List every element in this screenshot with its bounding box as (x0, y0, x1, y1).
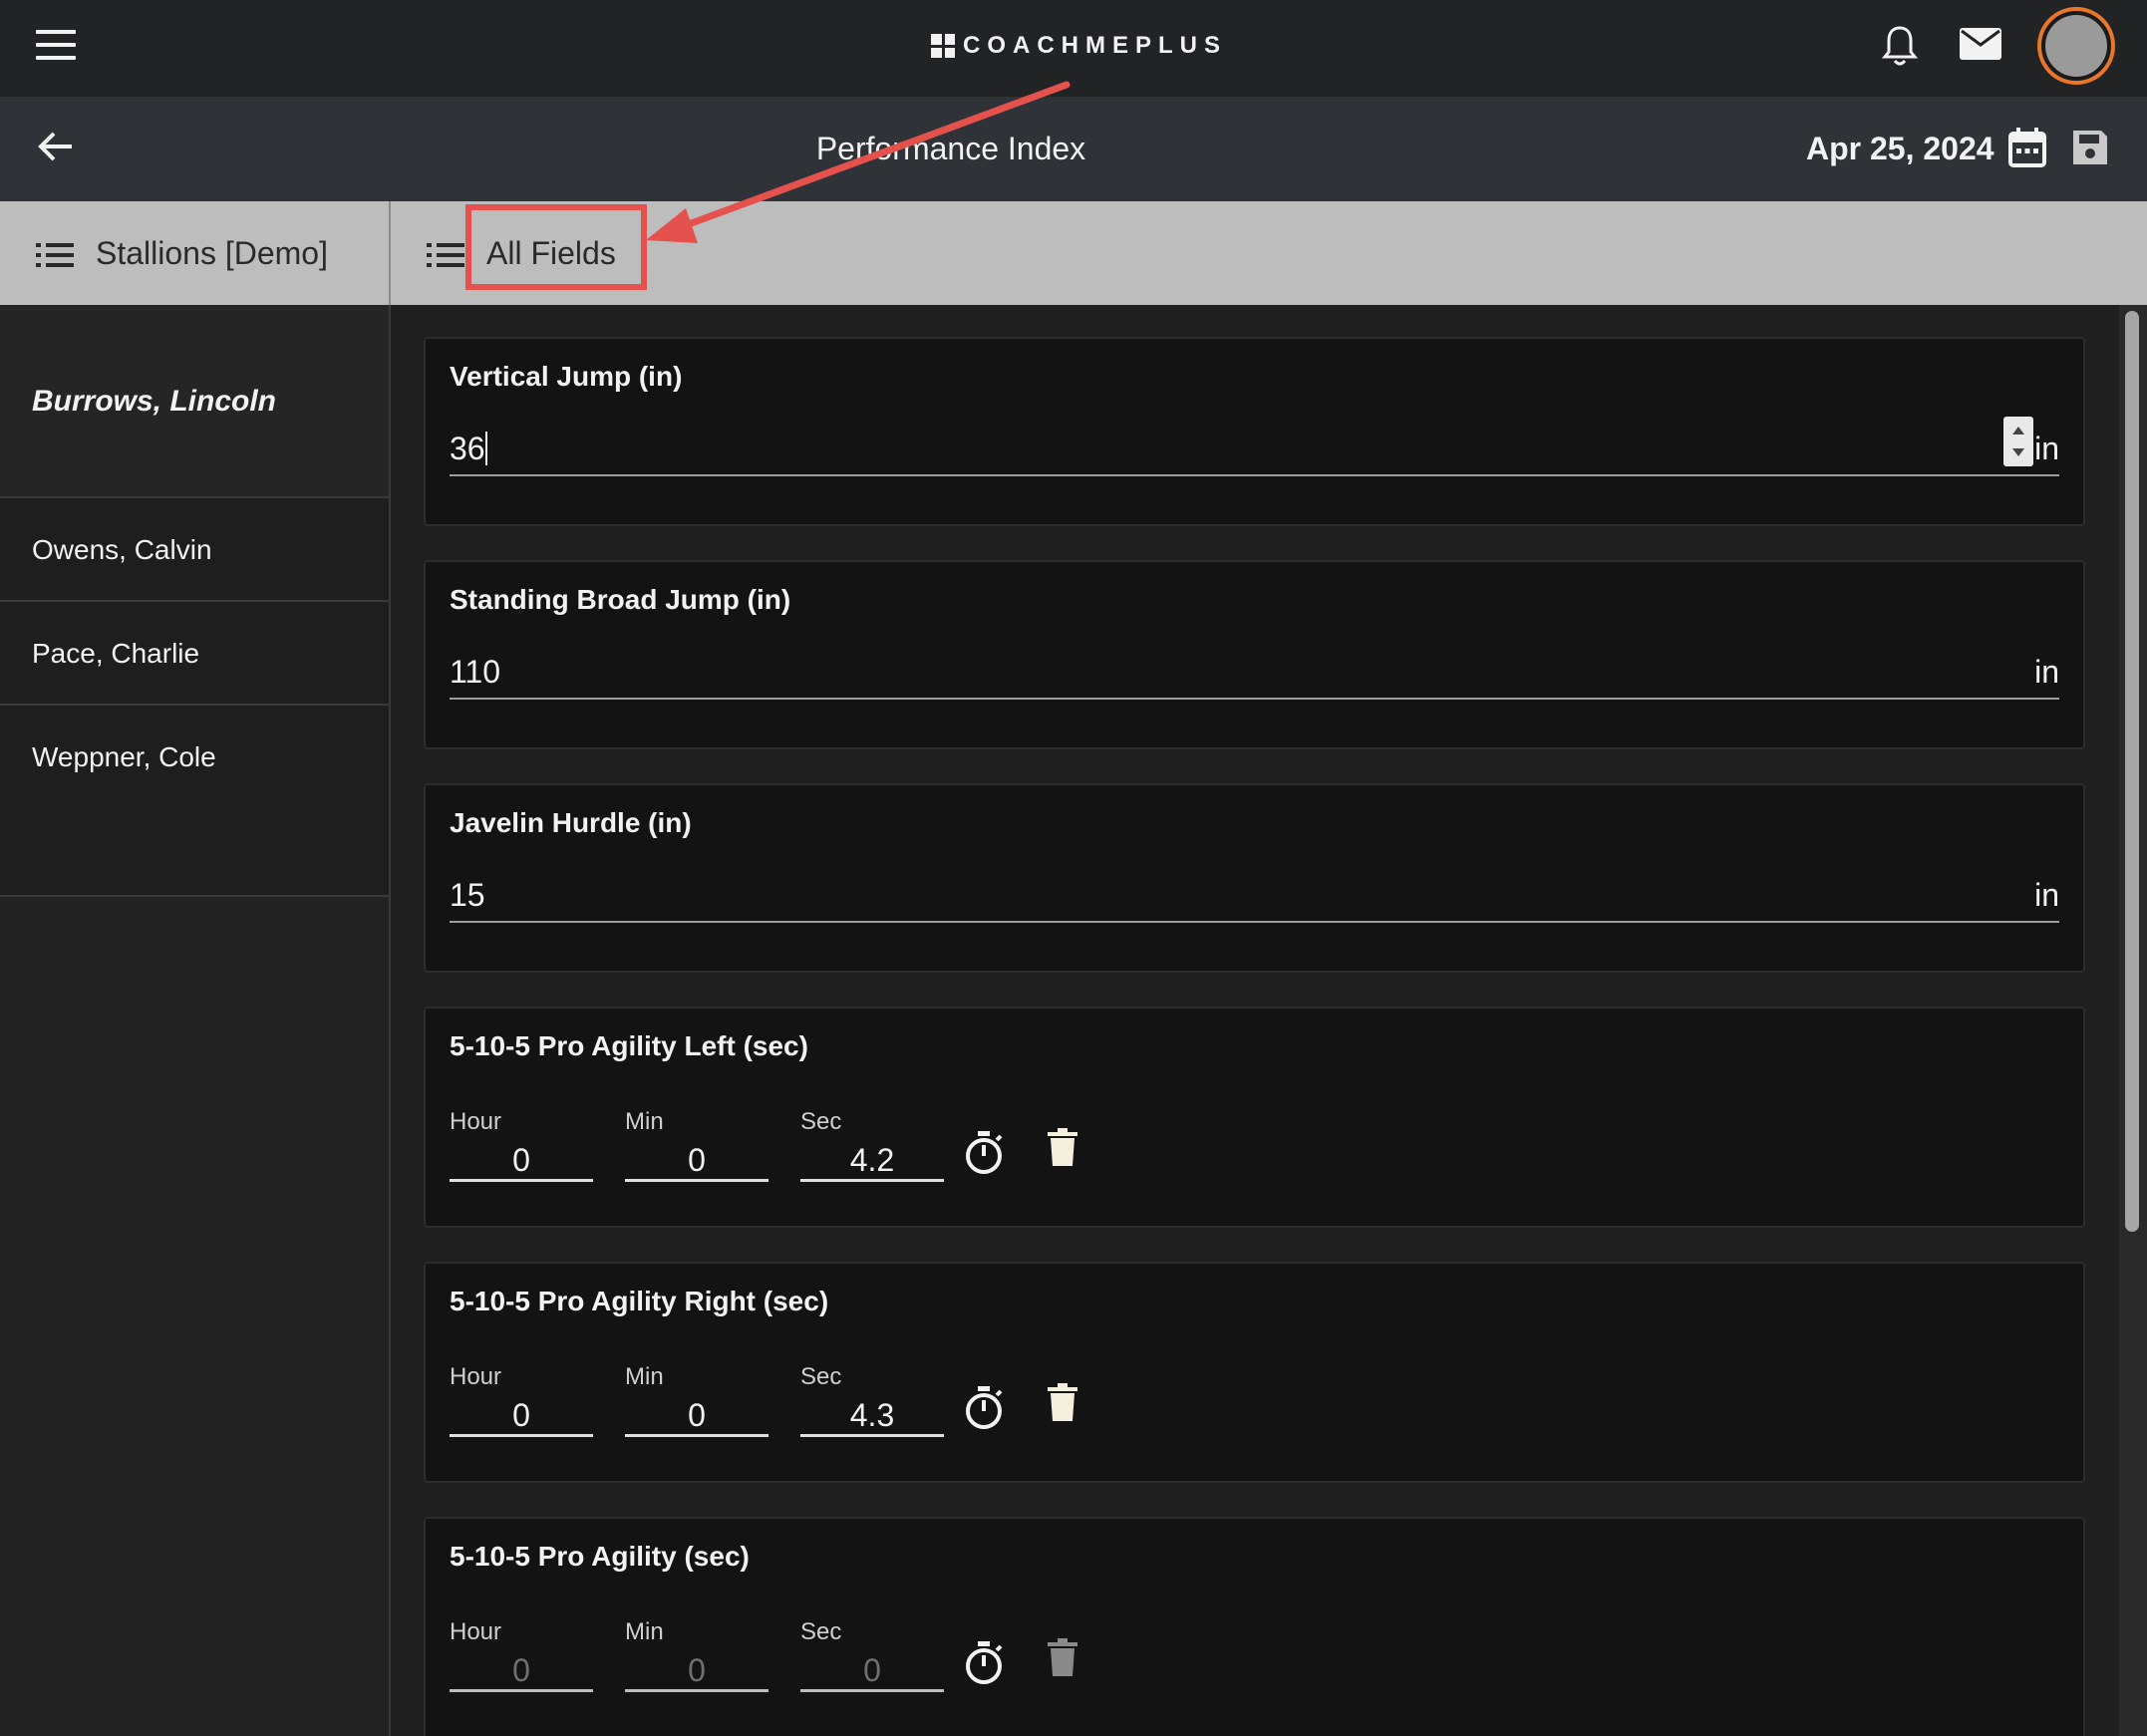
measurement-value[interactable]: 110 (450, 654, 500, 691)
text-caret (484, 432, 487, 465)
logo-text: COACHMEPLUS (963, 32, 1228, 59)
measurement-unit: in (2034, 654, 2059, 690)
top-bar: COACHMEPLUS (0, 0, 2147, 97)
timer-title: 5-10-5 Pro Agility (sec) (450, 1541, 750, 1572)
measurement-title: Javelin Hurdle (in) (450, 807, 692, 838)
trash-icon (1048, 1638, 1077, 1676)
trash-icon[interactable] (1048, 1128, 1077, 1166)
athlete-item[interactable]: Owens, Calvin (0, 498, 389, 602)
measurement-card: Javelin Hurdle (in) 15 in (424, 783, 2085, 973)
sub-header: Performance Index Apr 25, 2024 (0, 97, 2147, 201)
stopwatch-icon[interactable] (964, 1385, 1004, 1431)
measurement-card: Vertical Jump (in) 36 in (424, 337, 2085, 526)
list-icon[interactable] (36, 243, 74, 267)
scrollbar-thumb[interactable] (2125, 311, 2139, 1232)
scrollbar[interactable] (2119, 305, 2147, 1736)
timer-card: 5-10-5 Pro Agility Right (sec) Hour Min … (424, 1262, 2085, 1483)
timer-card: 5-10-5 Pro Agility Left (sec) Hour Min S… (424, 1007, 2085, 1228)
measurement-title: Standing Broad Jump (in) (450, 584, 791, 615)
page-title: Performance Index (815, 131, 1086, 166)
team-selector[interactable]: Stallions [Demo] (96, 235, 328, 272)
annotation-highlight-box (465, 204, 647, 290)
measurement-unit: in (2034, 877, 2059, 913)
menu-icon[interactable] (36, 30, 76, 62)
save-icon[interactable] (2071, 129, 2109, 166)
sec-input[interactable]: 4.2 (800, 1138, 944, 1182)
measurement-value[interactable]: 15 (450, 877, 485, 914)
filter-divider (389, 201, 391, 305)
min-label: Min (625, 1363, 664, 1390)
mail-icon[interactable] (1959, 26, 2002, 62)
list-icon[interactable] (427, 243, 464, 267)
logo: COACHMEPLUS (931, 30, 1227, 62)
measurement-input[interactable]: 15 in (450, 869, 2059, 923)
hour-label: Hour (450, 1363, 502, 1390)
logo-mark-icon (931, 34, 955, 58)
hour-input[interactable]: 0 (450, 1648, 593, 1692)
measurement-title: Vertical Jump (in) (450, 361, 683, 392)
athlete-list: Burrows, Lincoln Owens, Calvin Pace, Cha… (0, 305, 391, 1736)
timer-title: 5-10-5 Pro Agility Right (sec) (450, 1286, 829, 1316)
min-label: Min (625, 1618, 664, 1645)
hour-input[interactable]: 0 (450, 1393, 593, 1437)
sec-input[interactable]: 0 (800, 1648, 944, 1692)
sec-label: Sec (800, 1618, 842, 1645)
trash-icon[interactable] (1048, 1383, 1077, 1421)
sec-label: Sec (800, 1108, 842, 1135)
hour-label: Hour (450, 1618, 502, 1645)
sec-input[interactable]: 4.3 (800, 1393, 944, 1437)
filter-bar: Stallions [Demo] All Fields (0, 201, 2147, 305)
measurement-input[interactable]: 36 in (450, 417, 2059, 476)
measurement-input[interactable]: 110 in (450, 646, 2059, 700)
number-spinner[interactable] (2003, 417, 2033, 466)
min-label: Min (625, 1108, 664, 1135)
measurement-card: Standing Broad Jump (in) 110 in (424, 560, 2085, 749)
min-input[interactable]: 0 (625, 1138, 768, 1182)
min-input[interactable]: 0 (625, 1648, 768, 1692)
date-label[interactable]: Apr 25, 2024 (1806, 131, 1994, 167)
hour-label: Hour (450, 1108, 502, 1135)
athlete-item[interactable]: Weppner, Cole (0, 706, 389, 897)
sec-label: Sec (800, 1363, 842, 1390)
avatar[interactable] (2037, 7, 2115, 85)
timer-card: 5-10-5 Pro Agility (sec) Hour Min Sec 0 … (424, 1517, 2085, 1736)
bell-icon[interactable] (1882, 24, 1918, 68)
athlete-item[interactable]: Pace, Charlie (0, 602, 389, 706)
measurement-unit: in (2034, 431, 2059, 466)
stopwatch-icon[interactable] (964, 1130, 1004, 1176)
min-input[interactable]: 0 (625, 1393, 768, 1437)
measurement-value[interactable]: 36 (450, 431, 487, 467)
calendar-icon[interactable] (2007, 127, 2047, 168)
athlete-item-selected[interactable]: Burrows, Lincoln (0, 305, 389, 498)
hour-input[interactable]: 0 (450, 1138, 593, 1182)
timer-title: 5-10-5 Pro Agility Left (sec) (450, 1030, 808, 1061)
stopwatch-icon[interactable] (964, 1640, 1004, 1686)
measurement-panel: Vertical Jump (in) 36 in Standing Broad … (391, 305, 2119, 1736)
